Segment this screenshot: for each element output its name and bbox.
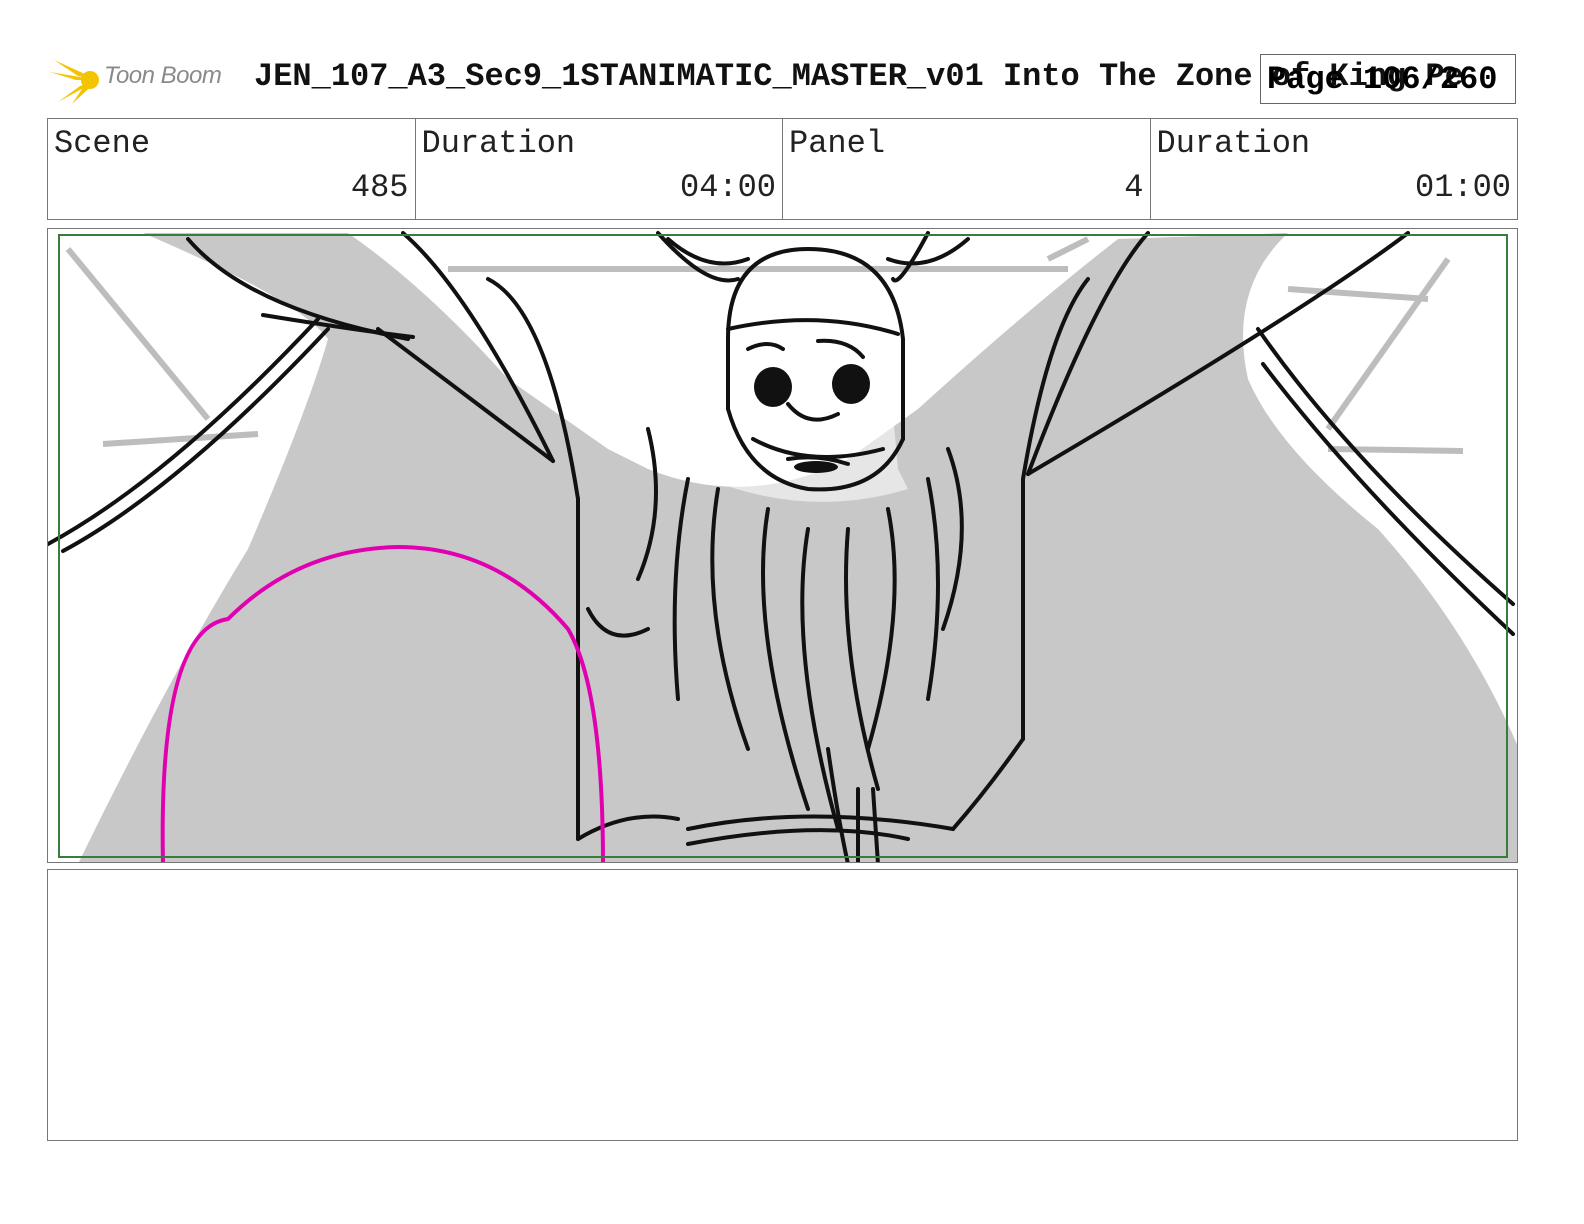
scene-duration-cell: Duration 04:00 [416,119,783,219]
panel-label: Panel [789,125,886,162]
scene-duration-value: 04:00 [679,169,776,206]
panel-duration-value: 01:00 [1414,169,1511,206]
panel-value: 4 [1124,169,1144,206]
scene-cell: Scene 485 [48,119,416,219]
logo-text: Toon Boom [104,62,222,89]
panel-drawing [48,231,1517,862]
page-counter: Page 106/260 [1260,54,1516,104]
panel-info-table: Scene 485 Duration 04:00 Panel 4 Duratio… [47,118,1518,220]
panel-cell: Panel 4 [783,119,1151,219]
scene-label: Scene [54,125,151,162]
storyboard-panel [47,228,1518,863]
panel-duration-cell: Duration 01:00 [1151,119,1518,219]
panel-notes-box [47,869,1518,1141]
scene-duration-label: Duration [421,125,576,162]
scene-value: 485 [350,169,409,206]
panel-duration-label: Duration [1156,125,1311,162]
